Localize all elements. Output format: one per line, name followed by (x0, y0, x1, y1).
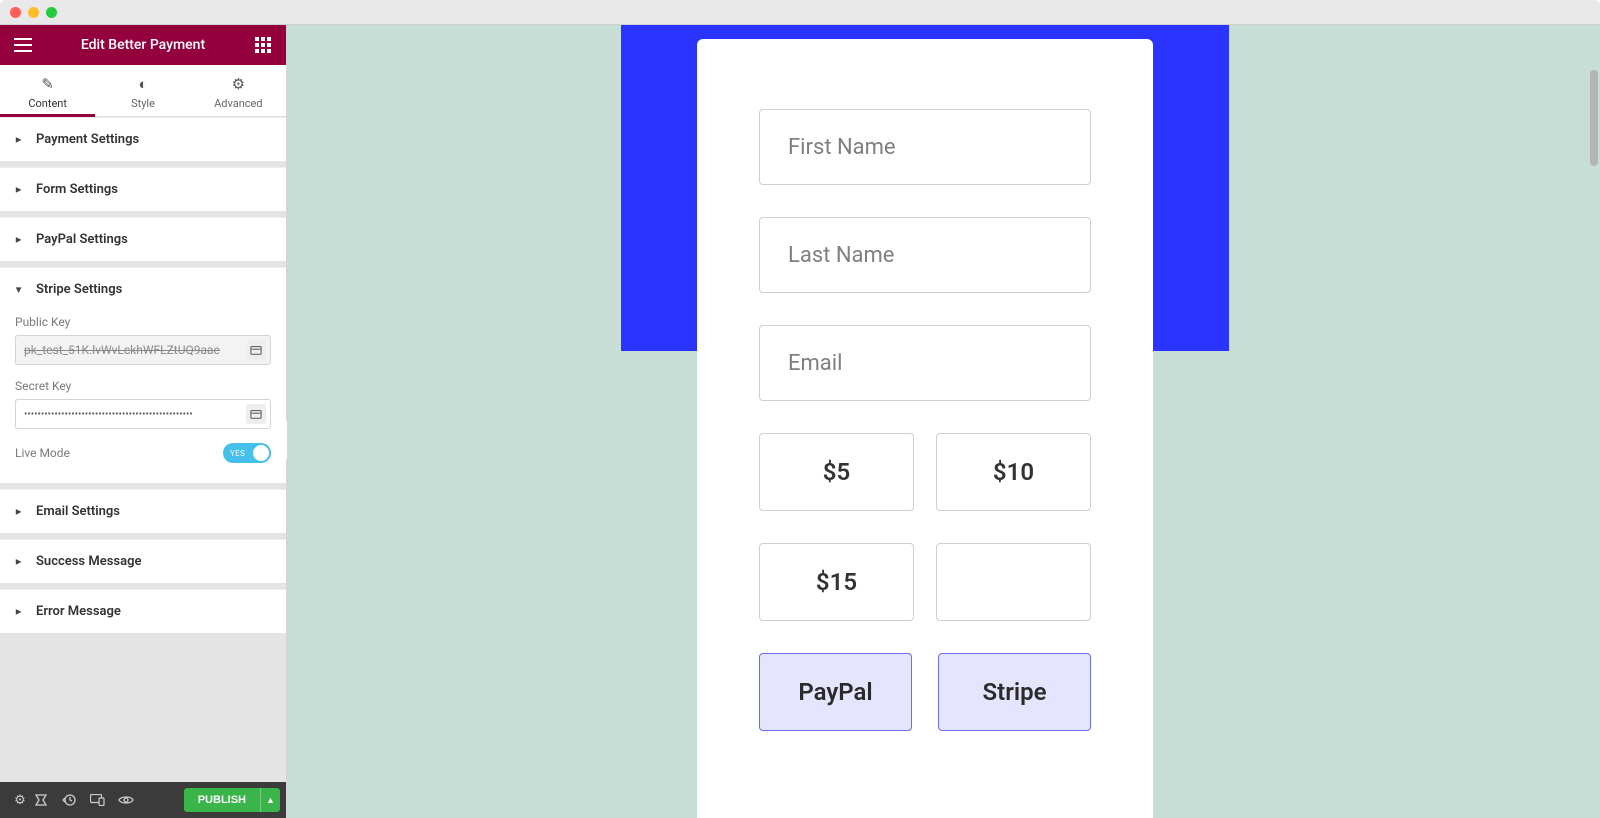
menu-icon[interactable] (10, 38, 36, 52)
tab-label: Content (28, 97, 67, 110)
public-key-input[interactable]: pk_test_51K.lvWvLckhWFLZtUQ9aae (15, 335, 271, 365)
responsive-icon[interactable] (90, 794, 118, 806)
caret-right-icon: ▸ (16, 556, 21, 567)
panel-title: Edit Better Payment (36, 37, 250, 53)
close-window-dot[interactable] (10, 7, 21, 18)
placeholder-text: Email (788, 351, 842, 376)
public-key-label: Public Key (15, 315, 271, 329)
publish-options-button[interactable]: ▲ (260, 788, 280, 812)
section-payment-settings[interactable]: ▸ Payment Settings (0, 117, 286, 161)
toggle-knob (253, 445, 269, 461)
amount-options: $5 $10 $15 (759, 433, 1091, 621)
caret-right-icon: ▸ (16, 134, 21, 145)
publish-button[interactable]: PUBLISH (184, 788, 260, 812)
history-icon[interactable] (62, 793, 90, 807)
caret-right-icon: ▸ (16, 184, 21, 195)
section-stripe-settings[interactable]: ▸ Stripe Settings (0, 267, 286, 311)
panel-tabs: ✎ Content ◐ Style ⚙ Advanced (0, 65, 286, 117)
window-chrome (0, 0, 1600, 25)
email-input[interactable]: Email (759, 325, 1091, 401)
canvas-scrollbar[interactable] (1590, 70, 1598, 166)
contrast-icon: ◐ (95, 75, 190, 93)
paypal-button[interactable]: PayPal (759, 653, 912, 731)
editor-panel: Edit Better Payment ✎ Content ◐ Style ⚙ … (0, 25, 287, 818)
payment-form-card: First Name Last Name Email $5 $10 $15 Pa… (697, 39, 1153, 818)
section-success-message[interactable]: ▸ Success Message (0, 539, 286, 583)
section-label: Success Message (36, 554, 141, 569)
settings-icon[interactable]: ⚙ (6, 793, 34, 808)
caret-right-icon: ▸ (16, 606, 21, 617)
section-form-settings[interactable]: ▸ Form Settings (0, 167, 286, 211)
tab-label: Style (131, 97, 155, 110)
tab-label: Advanced (214, 97, 262, 110)
public-key-value: pk_test_51K.lvWvLckhWFLZtUQ9aae (24, 343, 220, 357)
minimize-window-dot[interactable] (28, 7, 39, 18)
live-mode-toggle[interactable]: YES (223, 443, 271, 463)
payment-methods: PayPal Stripe (759, 653, 1091, 731)
section-label: Form Settings (36, 182, 118, 197)
last-name-input[interactable]: Last Name (759, 217, 1091, 293)
section-list: ▸ Payment Settings ▸ Form Settings ▸ Pay… (0, 117, 286, 782)
dynamic-tag-icon[interactable] (246, 340, 266, 360)
stripe-settings-body: Public Key pk_test_51K.lvWvLckhWFLZtUQ9a… (0, 305, 286, 483)
live-mode-label: Live Mode (15, 446, 70, 460)
amount-value: $5 (823, 458, 850, 486)
amount-value: $10 (993, 458, 1034, 486)
secret-key-input[interactable]: ••••••••••••••••••••••••••••••••••••••••… (15, 399, 271, 429)
amount-option[interactable]: $10 (936, 433, 1091, 511)
amount-option-custom[interactable] (936, 543, 1091, 621)
toggle-on-text: YES (230, 449, 245, 458)
caret-right-icon: ▸ (16, 234, 21, 245)
first-name-input[interactable]: First Name (759, 109, 1091, 185)
secret-key-value: ••••••••••••••••••••••••••••••••••••••••… (24, 409, 193, 420)
panel-header: Edit Better Payment (0, 25, 286, 65)
section-error-message[interactable]: ▸ Error Message (0, 589, 286, 633)
caret-down-icon: ▸ (13, 287, 24, 292)
secret-key-label: Secret Key (15, 379, 271, 393)
stripe-button[interactable]: Stripe (938, 653, 1091, 731)
preview-icon[interactable] (118, 795, 146, 805)
section-label: PayPal Settings (36, 232, 128, 247)
amount-option[interactable]: $15 (759, 543, 914, 621)
panel-footer: ⚙ PUBLISH ▲ (0, 782, 286, 818)
dynamic-tag-icon[interactable] (246, 404, 266, 424)
preview-canvas: First Name Last Name Email $5 $10 $15 Pa… (287, 25, 1600, 818)
caret-right-icon: ▸ (16, 506, 21, 517)
tab-content[interactable]: ✎ Content (0, 65, 95, 116)
pencil-icon: ✎ (0, 75, 95, 93)
grid-icon[interactable] (250, 37, 276, 53)
tab-style[interactable]: ◐ Style (95, 65, 190, 116)
maximize-window-dot[interactable] (46, 7, 57, 18)
amount-value: $15 (816, 568, 857, 596)
pay-label: PayPal (798, 678, 872, 706)
section-label: Email Settings (36, 504, 120, 519)
placeholder-text: First Name (788, 135, 896, 160)
gear-icon: ⚙ (191, 75, 286, 93)
amount-option[interactable]: $5 (759, 433, 914, 511)
section-label: Error Message (36, 604, 121, 619)
tab-advanced[interactable]: ⚙ Advanced (191, 65, 286, 116)
section-email-settings[interactable]: ▸ Email Settings (0, 489, 286, 533)
section-label: Stripe Settings (36, 282, 122, 297)
navigator-icon[interactable] (34, 793, 62, 807)
pay-label: Stripe (983, 678, 1047, 706)
section-label: Payment Settings (36, 132, 139, 147)
placeholder-text: Last Name (788, 243, 894, 268)
section-paypal-settings[interactable]: ▸ PayPal Settings (0, 217, 286, 261)
